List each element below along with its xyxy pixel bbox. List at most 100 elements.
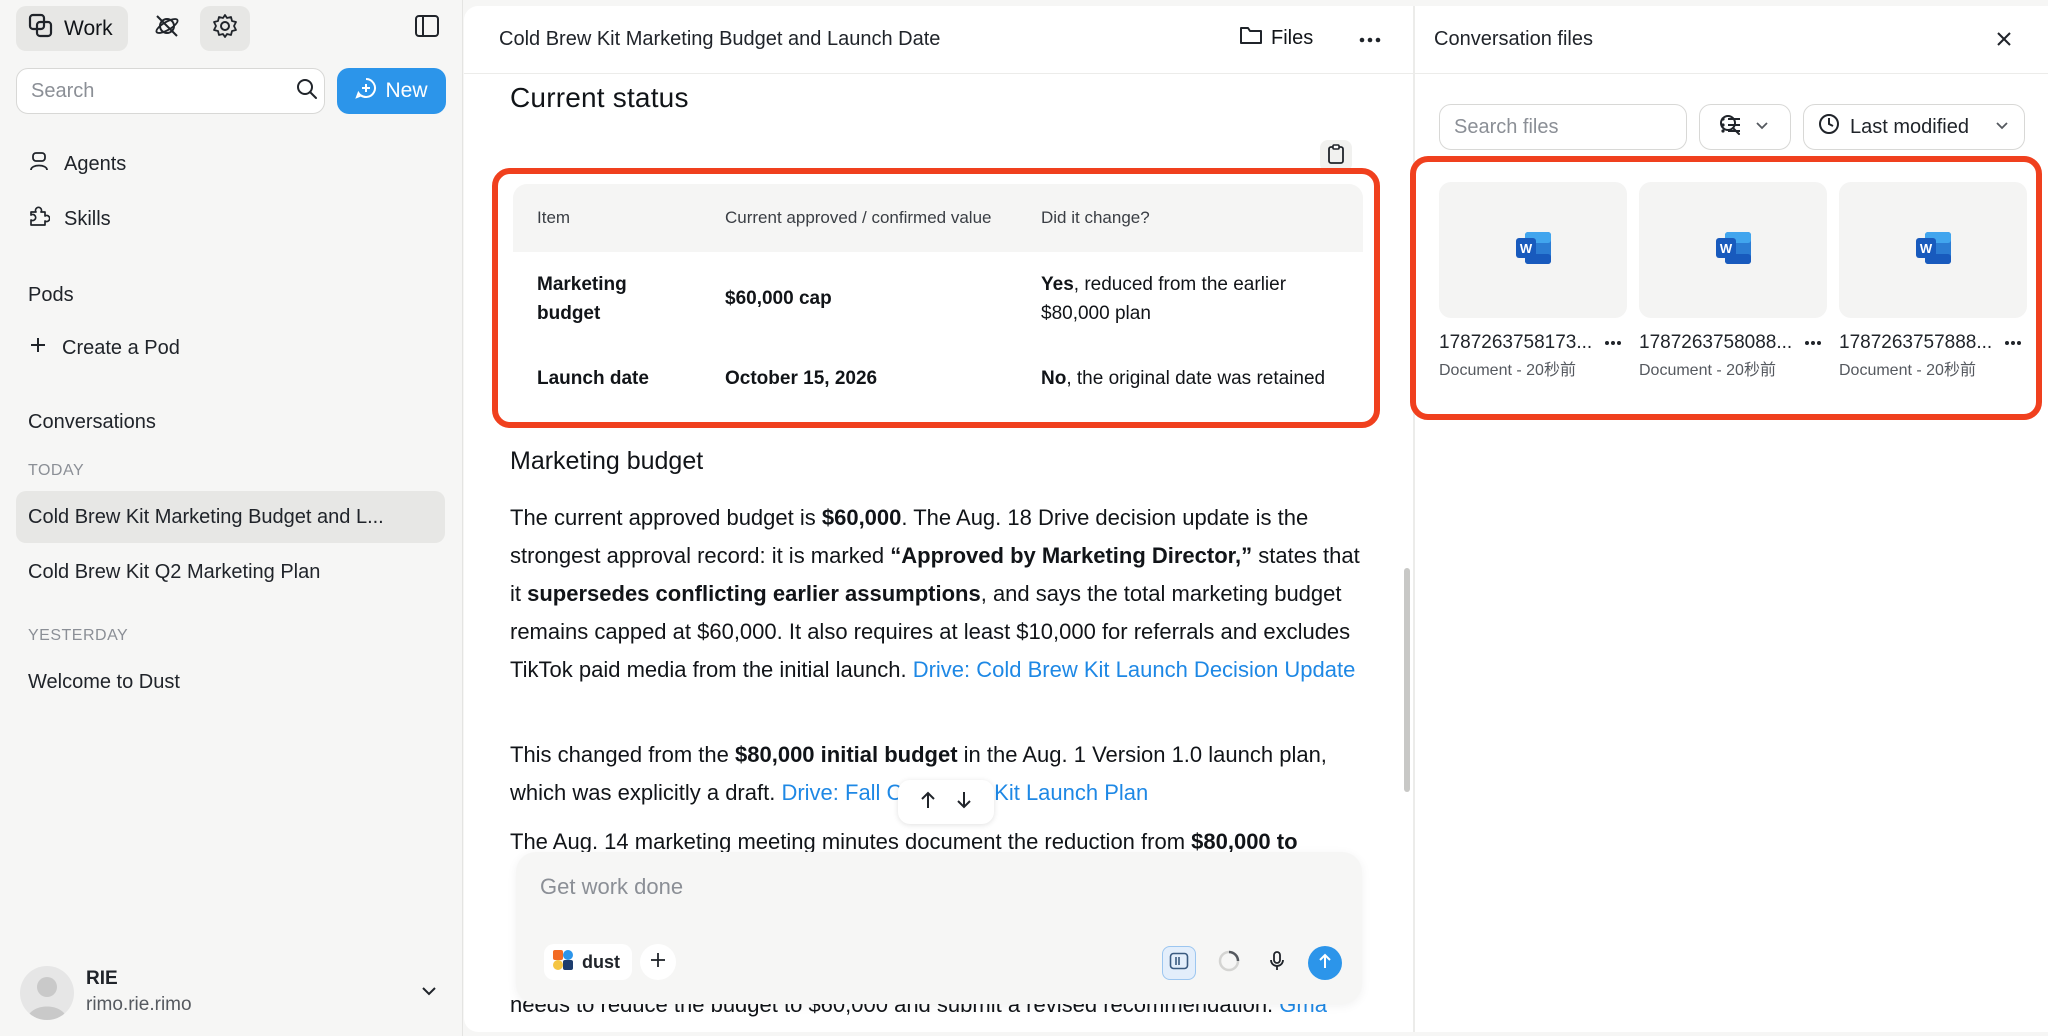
chevron-down-icon[interactable] [418,980,440,1007]
panel-toggle-icon [1169,952,1189,975]
source-link[interactable]: Drive: Cold Brew Kit Launch Decision Upd… [913,657,1356,682]
text-run: The current approved budget is [510,505,822,530]
file-more-button[interactable] [1799,330,1827,354]
view-mode-dropdown[interactable] [1699,104,1791,150]
file-meta: Document - 20秒前 [1839,362,1976,379]
clipboard-icon [1326,143,1346,170]
sidebar-search-input[interactable] [31,79,296,103]
user-handle: rimo.rie.rimo [86,994,192,1015]
add-attachment-button[interactable] [640,944,676,980]
puzzle-icon [28,205,51,233]
table-header-row: Item Current approved / confirmed value … [513,184,1363,252]
file-thumbnail[interactable]: W [1639,182,1827,318]
clock-icon [1818,113,1840,141]
more-horizontal-icon [2004,333,2022,351]
table-cell-item: Marketing budget [537,274,627,324]
pods-heading: Pods [28,284,74,306]
date-heading-yesterday: YESTERDAY [28,627,129,644]
new-conversation-button[interactable]: New [337,68,446,114]
scrollbar-thumb[interactable] [1404,568,1410,792]
word-document-icon: W [1513,228,1553,273]
agents-icon [28,150,50,178]
folder-icon [1239,24,1263,52]
status-table: Item Current approved / confirmed value … [513,184,1363,412]
sidebar-topbar: Work [16,6,446,56]
bold-run: “Approved by Marketing Director,” [890,543,1253,568]
spinner-icon [1217,949,1241,978]
settings-button[interactable] [200,6,250,51]
user-name: RIE [86,968,118,989]
arrow-up-icon[interactable] [919,790,937,815]
files-search[interactable] [1439,104,1740,150]
sidebar-item-skills[interactable]: Skills [28,205,111,233]
sort-dropdown[interactable]: Last modified [1803,104,2025,150]
files-panel-header: Conversation files [1415,6,2048,74]
work-button[interactable]: Work [16,6,128,51]
change-rest: , the original date was retained [1066,368,1326,389]
file-thumbnail[interactable]: W [1439,182,1627,318]
chat-scrollbar[interactable] [1402,68,1412,1028]
bold-run: supersedes conflicting earlier assumptio… [527,581,981,606]
explore-button[interactable] [142,6,192,51]
sidebar-item-agents[interactable]: Agents [28,150,126,178]
bold-run: $60,000 [821,505,902,530]
files-search-input[interactable] [1454,115,1719,139]
planet-off-icon [154,13,180,44]
paragraph-1: The current approved budget is $60,000. … [510,499,1368,689]
work-icon [28,13,54,45]
sidebar-search[interactable] [16,68,325,114]
file-more-button[interactable] [1599,330,1627,354]
list-icon [1720,116,1742,139]
more-horizontal-icon [1359,30,1381,48]
date-heading-today: TODAY [28,462,85,479]
composer-input[interactable]: Get work done [540,874,683,900]
files-panel-title: Conversation files [1434,28,1593,50]
table-row: Marketing budget $60,000 cap Yes, reduce… [513,252,1363,346]
file-thumbnail[interactable]: W [1839,182,2027,318]
table-header-cell: Current approved / confirmed value [725,208,992,227]
sort-label: Last modified [1850,115,1969,138]
voice-input-button[interactable] [1260,946,1294,980]
file-more-button[interactable] [1999,330,2027,354]
toggle-sidebar-button[interactable] [402,6,452,51]
conversation-title: Cold Brew Kit Marketing Budget and L... [28,505,384,528]
table-row: Launch date October 15, 2026 No, the ori… [513,346,1363,412]
conversation-title: Cold Brew Kit Q2 Marketing Plan [28,560,321,583]
conversation-item[interactable]: Cold Brew Kit Q2 Marketing Plan [16,546,445,598]
sidebar: Work New Age [0,0,463,1036]
text-run: This changed from the [510,742,736,767]
table-cell-value: $60,000 cap [725,288,832,309]
conversation-item-active[interactable]: Cold Brew Kit Marketing Budget and L... [16,491,445,543]
conversation-item[interactable]: Welcome to Dust [16,656,445,708]
word-document-icon: W [1713,228,1753,273]
arrow-up-icon [1316,952,1334,975]
file-name: 1787263758173... [1439,332,1593,353]
status-heading: Current status [510,82,689,113]
table-cell-item: Launch date [537,368,649,389]
user-menu[interactable]: RIE rimo.rie.rimo [20,966,440,1020]
table-cell-value: October 15, 2026 [725,368,878,389]
svg-text:W: W [1720,241,1733,256]
close-files-panel-button[interactable] [1989,26,2019,56]
sidebar-item-label: Agents [64,152,127,175]
create-pod-button[interactable]: Create a Pod [28,335,180,361]
conversation-title: Welcome to Dust [28,670,180,693]
send-button[interactable] [1308,946,1342,980]
more-horizontal-icon [1604,333,1622,351]
copy-table-button[interactable] [1320,140,1352,172]
context-toggle-button[interactable] [1162,946,1196,980]
chat-plus-icon [355,77,377,105]
message-composer[interactable]: Get work done dust [516,852,1362,1004]
agent-label: dust [582,951,620,972]
close-icon [1995,30,2013,53]
table-cell-change: No, the original date was retained [1017,346,1363,412]
agent-selector[interactable]: dust [544,944,632,980]
table-cell-change: Yes, reduced from the earlier $80,000 pl… [1017,252,1363,346]
bold-run: $80,000 initial budget [735,742,958,767]
more-horizontal-icon [1804,333,1822,351]
more-options-button[interactable] [1352,24,1388,54]
arrow-down-icon[interactable] [955,790,973,815]
files-button[interactable]: Files [1239,24,1313,52]
create-pod-label: Create a Pod [62,336,180,359]
change-rest: , reduced from the earlier $80,000 plan [1041,274,1287,324]
